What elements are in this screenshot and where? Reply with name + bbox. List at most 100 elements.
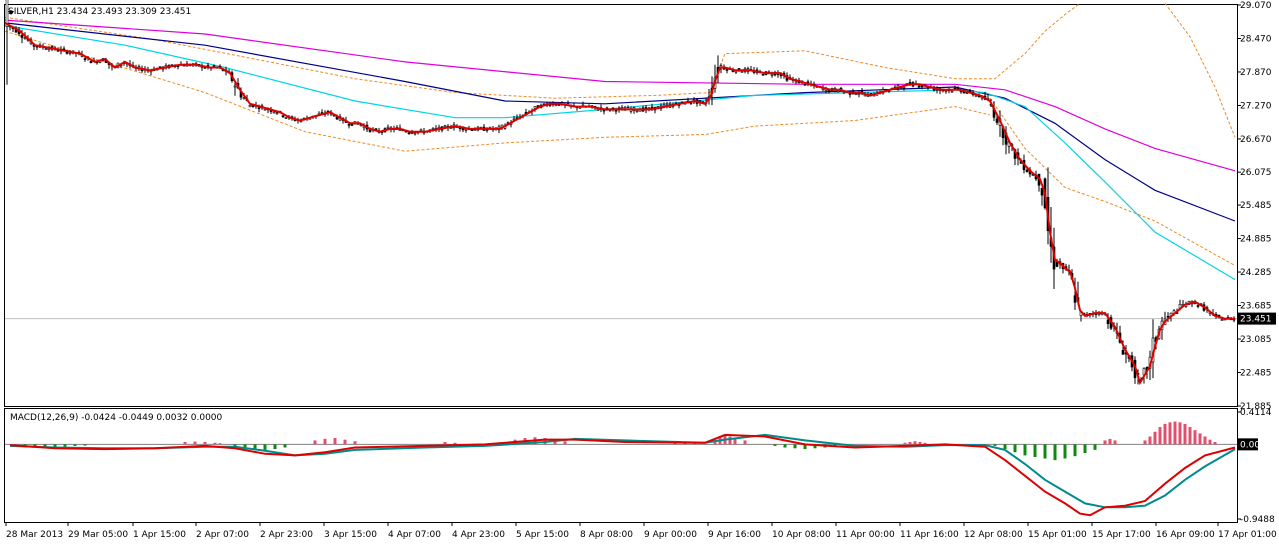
candle-body bbox=[464, 128, 468, 131]
macd-histogram-bar bbox=[323, 438, 327, 445]
candle-body bbox=[1220, 319, 1224, 321]
macd-histogram-bar bbox=[73, 444, 77, 446]
macd-histogram-bar bbox=[203, 442, 207, 445]
macd-histogram-bar bbox=[728, 436, 732, 445]
macd-histogram-bar bbox=[1208, 439, 1212, 445]
candle-body bbox=[1073, 295, 1077, 303]
candle-body bbox=[770, 74, 774, 76]
time-tick-label: 4 Apr 07:00 bbox=[388, 530, 441, 540]
macd-pane[interactable] bbox=[4, 408, 1238, 523]
macd-histogram-bar bbox=[1023, 444, 1027, 456]
candle-body bbox=[284, 117, 288, 119]
macd-histogram-bar bbox=[1043, 444, 1047, 459]
macd-histogram-bar bbox=[193, 441, 197, 445]
time-tick-label: 4 Apr 23:00 bbox=[452, 530, 505, 540]
macd-histogram-bar bbox=[1178, 422, 1182, 445]
candle-body bbox=[596, 109, 600, 111]
macd-axis: 0.4114 0.00 -0.9488 bbox=[1237, 408, 1275, 525]
candle-body bbox=[257, 107, 261, 110]
macd-histogram-bar bbox=[913, 441, 917, 445]
time-tick-label: 9 Apr 00:00 bbox=[644, 530, 697, 540]
candle-body bbox=[407, 132, 411, 135]
candle-body bbox=[83, 58, 87, 60]
macd-histogram-bar bbox=[183, 442, 187, 445]
macd-histogram-bar bbox=[343, 439, 347, 445]
candle-body bbox=[902, 86, 906, 89]
time-tick-label: 1 Apr 15:00 bbox=[133, 530, 186, 540]
price-tick-label: 23.685 bbox=[1240, 302, 1272, 312]
candle-body bbox=[1055, 261, 1059, 267]
macd-histogram-bar bbox=[263, 444, 267, 450]
macd-histogram-bar bbox=[1063, 444, 1067, 459]
macd-histogram-bar bbox=[563, 441, 567, 445]
price-tick-label: 24.285 bbox=[1240, 268, 1272, 278]
current-price-label: 23.451 bbox=[1240, 315, 1272, 325]
price-tick-label: 23.085 bbox=[1240, 335, 1272, 345]
macd-histogram-bar bbox=[1103, 440, 1107, 445]
candle-body bbox=[740, 71, 744, 73]
macd-tick-label: -0.9488 bbox=[1240, 515, 1275, 525]
candle-body bbox=[854, 93, 858, 96]
candle-body bbox=[263, 108, 267, 111]
time-tick-label: 17 Apr 01:00 bbox=[1218, 530, 1277, 540]
price-tick-label: 29.070 bbox=[1240, 1, 1272, 11]
time-tick-label: 2 Apr 07:00 bbox=[196, 530, 249, 540]
macd-histogram-bar bbox=[1003, 444, 1007, 450]
macd-histogram-bar bbox=[63, 444, 67, 447]
macd-histogram-bar bbox=[773, 444, 777, 446]
candle-body bbox=[950, 90, 954, 93]
macd-histogram-bar bbox=[83, 444, 87, 446]
macd-histogram-bar bbox=[908, 442, 912, 445]
macd-histogram-bar bbox=[1093, 444, 1097, 450]
macd-histogram-bar bbox=[743, 440, 747, 445]
macd-histogram-bar bbox=[443, 442, 447, 445]
macd-histogram-bar bbox=[783, 444, 787, 448]
candle-body bbox=[554, 104, 558, 107]
time-tick-label: 2 Apr 23:00 bbox=[260, 530, 313, 540]
candle-body bbox=[1196, 305, 1200, 307]
time-tick-label: 15 Apr 01:00 bbox=[1028, 530, 1087, 540]
macd-histogram-bar bbox=[1163, 423, 1167, 445]
candle-body bbox=[1121, 350, 1125, 355]
price-tick-label: 26.670 bbox=[1240, 135, 1272, 145]
macd-histogram-bar bbox=[1153, 431, 1157, 445]
macd-histogram-bar bbox=[793, 444, 797, 449]
macd-histogram-bar bbox=[1148, 436, 1152, 445]
candle-body bbox=[917, 85, 921, 88]
candle-body bbox=[386, 126, 390, 129]
candle-body bbox=[23, 37, 27, 40]
macd-histogram-bar bbox=[993, 444, 997, 446]
macd-histogram-bar bbox=[918, 442, 922, 445]
macd-histogram-bar bbox=[1188, 427, 1192, 445]
macd-histogram-bar bbox=[1198, 433, 1202, 445]
macd-histogram-bar bbox=[1168, 422, 1172, 445]
macd-histogram-bar bbox=[283, 444, 287, 448]
time-tick-label: 9 Apr 16:00 bbox=[708, 530, 761, 540]
price-axis: 29.070 28.470 27.870 27.270 26.670 26.075 25.4… bbox=[1237, 1, 1276, 412]
macd-histogram-bar bbox=[313, 440, 317, 445]
time-tick-label: 11 Apr 16:00 bbox=[900, 530, 959, 540]
macd-histogram-bar bbox=[1083, 444, 1087, 454]
time-axis: 28 Mar 2013 29 Mar 05:00 1 Apr 15:00 2 Apr … bbox=[5, 522, 1277, 540]
candle-body bbox=[44, 48, 48, 50]
macd-histogram-bar bbox=[273, 444, 277, 450]
time-tick-label: 16 Apr 09:00 bbox=[1156, 530, 1215, 540]
macd-histogram-bar bbox=[213, 442, 217, 445]
candle-body bbox=[233, 85, 237, 88]
candle-body bbox=[413, 132, 417, 135]
macd-histogram-bar bbox=[1033, 444, 1037, 457]
macd-histogram-bar bbox=[353, 441, 357, 445]
macd-histogram-bar bbox=[1193, 430, 1197, 445]
time-tick-label: 5 Apr 15:00 bbox=[516, 530, 569, 540]
chart[interactable]: 29.070 28.470 27.870 27.270 26.670 26.075 25.4… bbox=[0, 0, 1279, 544]
macd-histogram-bar bbox=[1173, 421, 1177, 445]
candle-body bbox=[443, 125, 447, 128]
macd-header: MACD(12,26,9) -0.0424 -0.0449 0.0032 0.0… bbox=[10, 413, 223, 423]
time-tick-label: 3 Apr 15:00 bbox=[324, 530, 377, 540]
candle-body bbox=[836, 90, 840, 93]
time-tick-label: 12 Apr 08:00 bbox=[964, 530, 1023, 540]
time-tick-label: 8 Apr 08:00 bbox=[580, 530, 633, 540]
candle-body bbox=[347, 123, 351, 126]
macd-histogram-bar bbox=[333, 438, 337, 445]
macd-histogram-bar bbox=[1013, 444, 1017, 453]
